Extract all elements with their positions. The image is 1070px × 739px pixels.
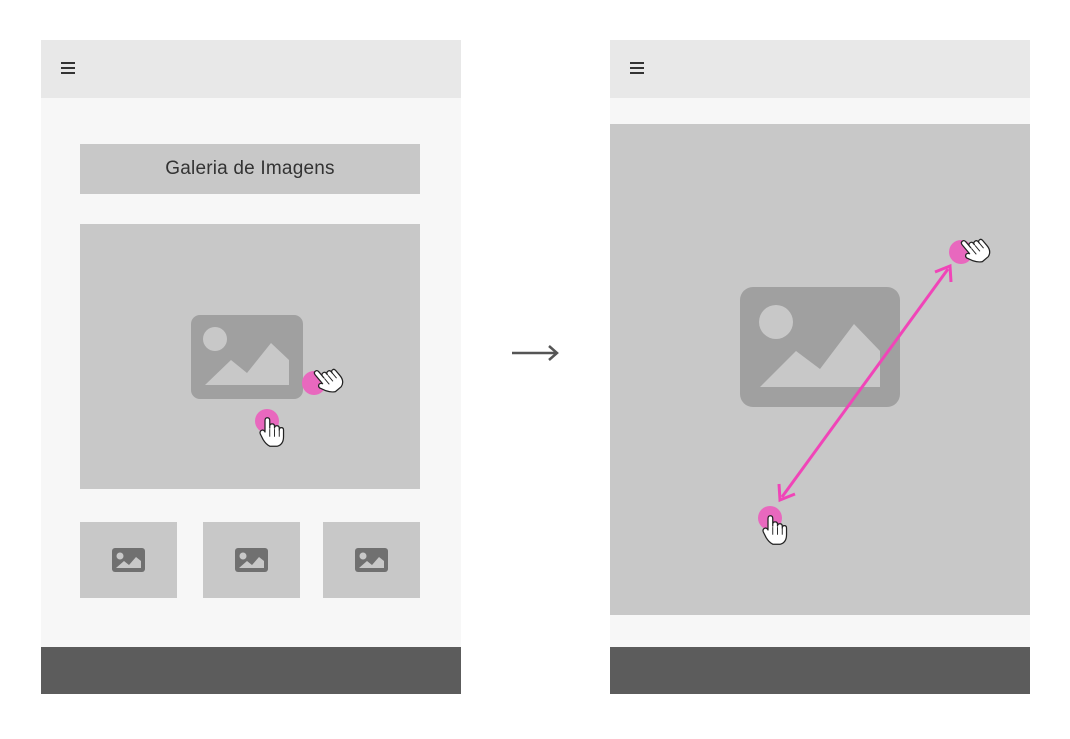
top-bar [41,40,461,98]
zoomed-image[interactable] [610,124,1030,615]
page-title: Galeria de Imagens [165,158,335,179]
image-placeholder-icon [740,287,900,407]
gallery-title-banner: Galeria de Imagens [80,144,420,194]
right-arrow-icon [512,345,559,361]
image-placeholder-icon [235,548,268,572]
image-placeholder-icon [355,548,388,572]
zoomed-image-screen [610,40,1030,694]
thumbnail-2[interactable] [203,522,300,598]
footer-bar [41,647,461,694]
thumbnail-3[interactable] [323,522,420,598]
main-image[interactable] [80,224,420,489]
thumbnail-1[interactable] [80,522,177,598]
image-placeholder-icon [191,315,303,399]
image-placeholder-icon [112,548,145,572]
gallery-screen: Galeria de Imagens [41,40,461,694]
top-bar [610,40,1030,98]
hamburger-menu-icon[interactable] [630,62,644,76]
footer-bar [610,647,1030,694]
hamburger-menu-icon[interactable] [61,62,75,76]
